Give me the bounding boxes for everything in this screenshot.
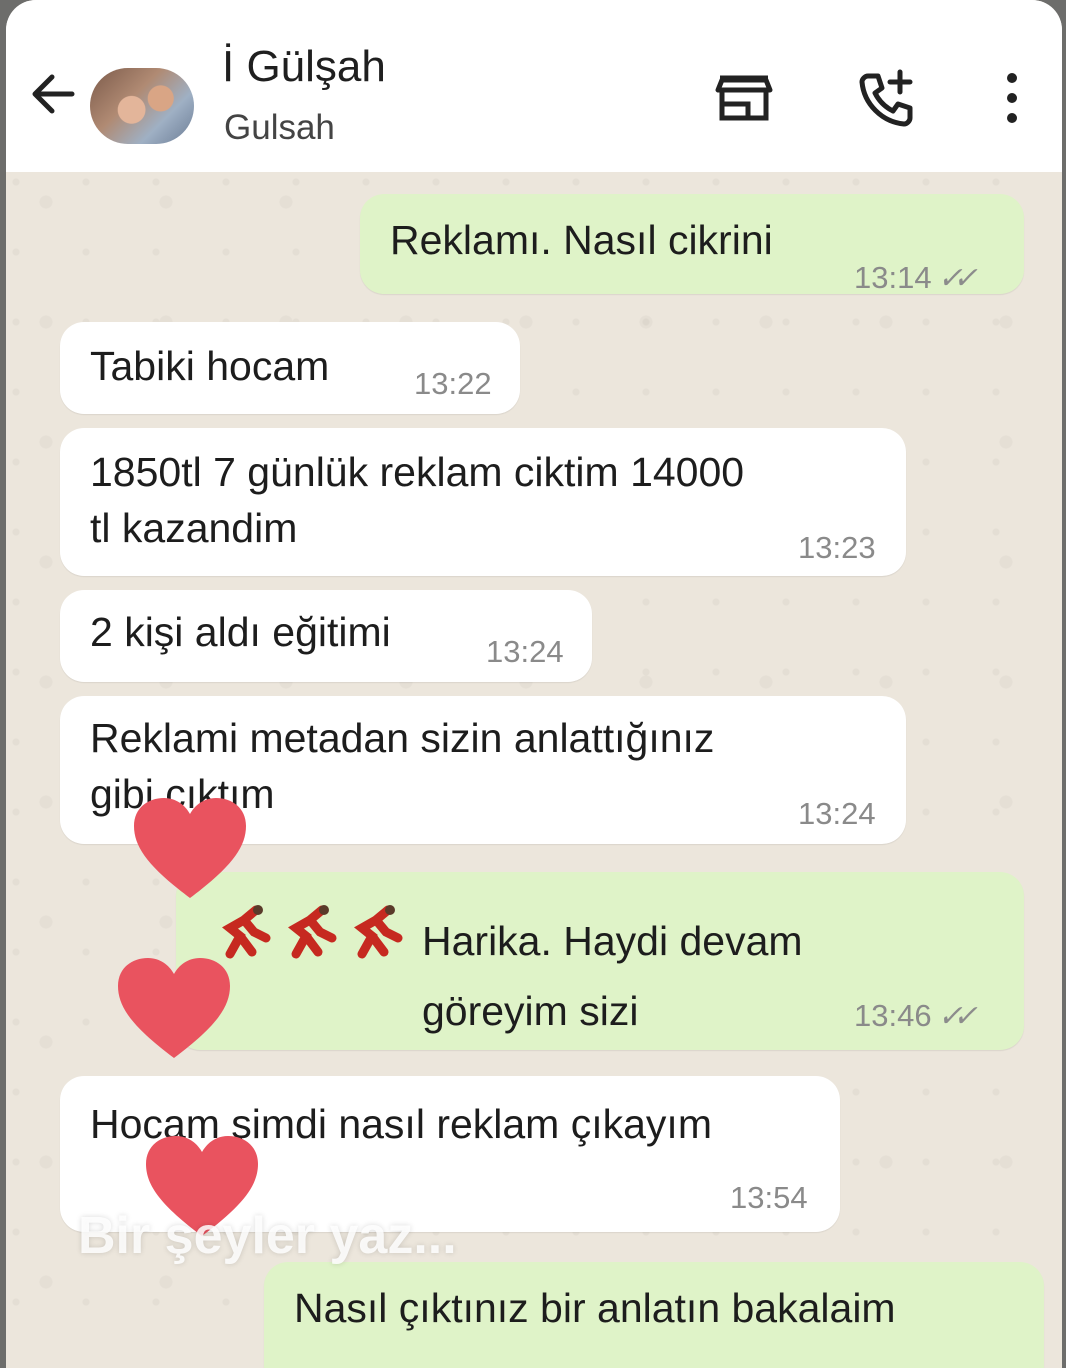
more-vert-icon[interactable] bbox=[980, 66, 1044, 130]
message-time: 13:22 bbox=[414, 366, 492, 401]
contact-name[interactable]: İ Gülşah bbox=[222, 42, 386, 92]
back-arrow-icon[interactable] bbox=[24, 64, 84, 124]
message-incoming[interactable]: 1850tl 7 günlük reklam ciktim 14000 tl k… bbox=[60, 428, 906, 576]
message-text: Harika. Haydi devam göreyim sizi bbox=[422, 918, 803, 1034]
message-incoming[interactable]: 2 kişi aldı eğitimi 13:24 bbox=[60, 590, 592, 682]
dancing-woman-emoji bbox=[354, 905, 403, 959]
message-outgoing[interactable]: Reklamı. Nasıl cikrini 13:14 ✓✓ bbox=[360, 194, 1024, 295]
dancing-woman-emoji-group bbox=[210, 902, 420, 966]
add-call-icon[interactable] bbox=[854, 66, 918, 130]
message-time: 13:23 bbox=[798, 530, 876, 565]
avatar[interactable] bbox=[90, 68, 194, 144]
message-time: 13:14 ✓✓ bbox=[854, 260, 978, 295]
dancing-woman-emoji bbox=[222, 905, 271, 959]
read-ticks-icon: ✓✓ bbox=[937, 262, 978, 295]
dancing-woman-emoji bbox=[288, 905, 337, 959]
phone-screen: İ Gülşah Gulsah Reklamı. Nasıl cikrini 1… bbox=[6, 0, 1062, 1368]
message-time: 13:24 bbox=[486, 634, 564, 669]
message-text: 2 kişi aldı eğitimi bbox=[90, 609, 391, 655]
chat-header: İ Gülşah Gulsah bbox=[6, 0, 1062, 172]
message-text: Nasıl çıktınız bir anlatın bakalaim bbox=[294, 1285, 896, 1331]
message-time: 13:46 ✓✓ bbox=[854, 998, 978, 1033]
read-ticks-icon: ✓✓ bbox=[937, 1000, 978, 1033]
store-icon[interactable] bbox=[712, 66, 776, 130]
chat-area[interactable]: Reklamı. Nasıl cikrini 13:14 ✓✓ Tabiki ho… bbox=[6, 172, 1062, 1368]
compose-placeholder[interactable]: Bir şeyler yaz... bbox=[78, 1206, 457, 1266]
message-text: Reklamı. Nasıl cikrini bbox=[390, 217, 773, 263]
message-text: Tabiki hocam bbox=[90, 343, 330, 389]
message-incoming[interactable]: Tabiki hocam 13:22 bbox=[60, 322, 520, 414]
message-text: 1850tl 7 günlük reklam ciktim 14000 tl k… bbox=[90, 449, 745, 551]
contact-subtitle[interactable]: Gulsah bbox=[224, 108, 335, 148]
message-outgoing[interactable]: Harika. Haydi devam göreyim sizi 13:46 ✓✓ bbox=[176, 872, 1024, 1050]
message-time: 13:24 bbox=[798, 796, 876, 831]
heart-icon bbox=[118, 958, 230, 1058]
message-time: 13:54 bbox=[730, 1180, 808, 1215]
message-outgoing[interactable]: Nasıl çıktınız bir anlatın bakalaim bbox=[264, 1262, 1044, 1368]
heart-icon bbox=[134, 798, 246, 898]
